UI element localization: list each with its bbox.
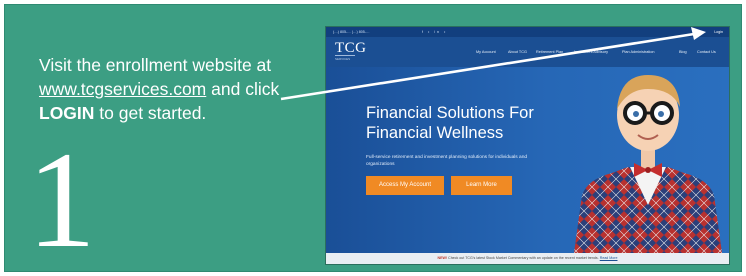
pointer-arrow (280, 27, 706, 101)
